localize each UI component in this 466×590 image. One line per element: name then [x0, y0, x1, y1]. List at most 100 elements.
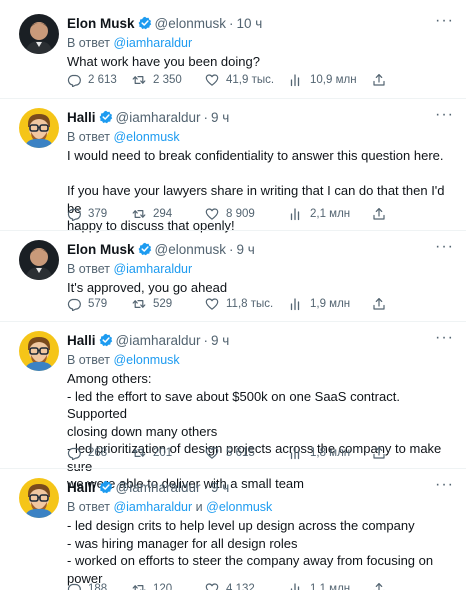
- reply-button[interactable]: 579: [67, 297, 107, 311]
- author-name[interactable]: Elon Musk: [67, 242, 135, 257]
- timestamp[interactable]: 10 ч: [237, 16, 263, 31]
- share-button[interactable]: [372, 73, 393, 87]
- share-icon: [373, 74, 385, 86]
- tweet-divider: [0, 321, 466, 322]
- reply-icon: [67, 74, 81, 87]
- avatar[interactable]: [19, 240, 59, 280]
- tweet-body: Elon Musk @elonmusk · 9 ч ··· В ответ @iamha…: [67, 238, 456, 297]
- mention-link[interactable]: @iamharaldur: [113, 262, 192, 276]
- views-icon: [290, 583, 300, 590]
- views-button[interactable]: 1,9 млн: [289, 297, 350, 311]
- retweet-count: 201: [153, 447, 173, 459]
- tweet-divider: [0, 98, 466, 99]
- replying-to-label: В ответ: [67, 130, 110, 144]
- author-handle[interactable]: @iamharaldur: [116, 110, 201, 125]
- verified-badge-icon: [138, 242, 152, 256]
- avatar[interactable]: [19, 108, 59, 148]
- reply-button[interactable]: 268: [67, 446, 107, 460]
- views-count: 1,8 млн: [310, 447, 351, 459]
- tweet-divider: [0, 468, 466, 469]
- retweet-count: 529: [153, 298, 173, 310]
- share-button[interactable]: [372, 582, 393, 590]
- replying-to-label: В ответ: [67, 353, 110, 367]
- replying-to-label: В ответ: [67, 36, 110, 50]
- views-button[interactable]: 1,1 млн: [289, 582, 350, 590]
- retweet-button[interactable]: 294: [132, 207, 172, 221]
- retweet-button[interactable]: 120: [132, 582, 172, 590]
- more-options-icon[interactable]: ···: [435, 12, 454, 30]
- replying-to-label: В ответ: [67, 500, 110, 514]
- retweet-icon: [132, 210, 146, 218]
- timestamp[interactable]: 9 ч: [211, 110, 229, 125]
- like-button[interactable]: 5 615: [205, 446, 255, 460]
- retweet-count: 294: [153, 208, 173, 220]
- like-button[interactable]: 11,8 тыс.: [205, 297, 273, 311]
- author-handle[interactable]: @iamharaldur: [116, 480, 201, 495]
- author-name[interactable]: Halli: [67, 333, 96, 348]
- and-word: и: [195, 500, 203, 514]
- like-count: 41,9 тыс.: [226, 74, 275, 86]
- author-handle[interactable]: @elonmusk: [155, 16, 226, 31]
- tweet-text-line: [67, 165, 456, 183]
- tweet-text-line: Among others:: [67, 371, 152, 386]
- views-count: 1,1 млн: [310, 583, 351, 590]
- author-handle[interactable]: @iamharaldur: [116, 333, 201, 348]
- views-button[interactable]: 2,1 млн: [289, 207, 350, 221]
- timestamp[interactable]: 9 ч: [211, 333, 229, 348]
- more-options-icon[interactable]: ···: [435, 329, 454, 347]
- replying-to-label: В ответ: [67, 262, 110, 276]
- tweet-header: Elon Musk @elonmusk · 10 ч: [67, 14, 456, 32]
- like-button[interactable]: 4 132: [205, 582, 255, 590]
- retweet-button[interactable]: 2 350: [132, 73, 182, 87]
- views-button[interactable]: 10,9 млн: [289, 73, 357, 87]
- verified-badge-icon: [99, 333, 113, 347]
- tweet-text-line: What work have you been doing?: [67, 54, 260, 69]
- more-options-icon[interactable]: ···: [435, 476, 454, 494]
- reply-button[interactable]: 379: [67, 207, 107, 221]
- views-icon: [290, 74, 300, 87]
- views-button[interactable]: 1,8 млн: [289, 446, 350, 460]
- reply-count: 379: [88, 208, 108, 220]
- more-options-icon[interactable]: ···: [435, 106, 454, 124]
- views-icon: [290, 208, 300, 221]
- share-button[interactable]: [372, 207, 393, 221]
- mention-link[interactable]: @elonmusk: [206, 500, 272, 514]
- separator-dot: ·: [203, 332, 209, 348]
- like-button[interactable]: 41,9 тыс.: [205, 73, 274, 87]
- tweet-text: What work have you been doing?: [67, 53, 456, 71]
- like-button[interactable]: 8 909: [205, 207, 255, 221]
- author-handle[interactable]: @elonmusk: [155, 242, 226, 257]
- mention-link[interactable]: @elonmusk: [113, 353, 179, 367]
- share-button[interactable]: [372, 446, 393, 460]
- tweet-text-line: - led design crits to help level up desi…: [67, 518, 415, 533]
- author-name[interactable]: Halli: [67, 110, 96, 125]
- retweet-button[interactable]: 529: [132, 297, 172, 311]
- retweet-icon: [132, 76, 146, 84]
- mention-link[interactable]: @elonmusk: [113, 130, 179, 144]
- reply-button[interactable]: 188: [67, 582, 107, 590]
- avatar[interactable]: [19, 331, 59, 371]
- views-icon: [290, 298, 300, 311]
- like-icon: [205, 74, 219, 86]
- tweet-text-line: It's approved, you go ahead: [67, 280, 228, 295]
- timestamp[interactable]: 9 ч: [237, 242, 255, 257]
- author-name[interactable]: Halli: [67, 480, 96, 495]
- mention-link[interactable]: @iamharaldur: [113, 500, 192, 514]
- retweet-button[interactable]: 201: [132, 446, 172, 460]
- share-button[interactable]: [372, 297, 393, 311]
- timestamp[interactable]: 9 ч: [211, 480, 229, 495]
- retweet-count: 2 350: [153, 74, 182, 86]
- author-name[interactable]: Elon Musk: [67, 16, 135, 31]
- separator-dot: ·: [229, 15, 234, 31]
- more-options-icon[interactable]: ···: [435, 238, 454, 256]
- tweet-header: Halli @iamharaldur · 9 ч: [67, 478, 456, 496]
- avatar[interactable]: [19, 14, 59, 54]
- mention-link[interactable]: @iamharaldur: [113, 36, 192, 50]
- retweet-count: 120: [153, 583, 173, 590]
- avatar[interactable]: [19, 478, 59, 518]
- reply-count: 188: [88, 583, 108, 590]
- reply-button[interactable]: 2 613: [67, 73, 117, 87]
- tweet-text-line: If you have your lawyers share in writin…: [67, 183, 445, 216]
- views-count: 10,9 млн: [310, 74, 357, 86]
- tweet-text-line: closing down many others: [67, 423, 218, 439]
